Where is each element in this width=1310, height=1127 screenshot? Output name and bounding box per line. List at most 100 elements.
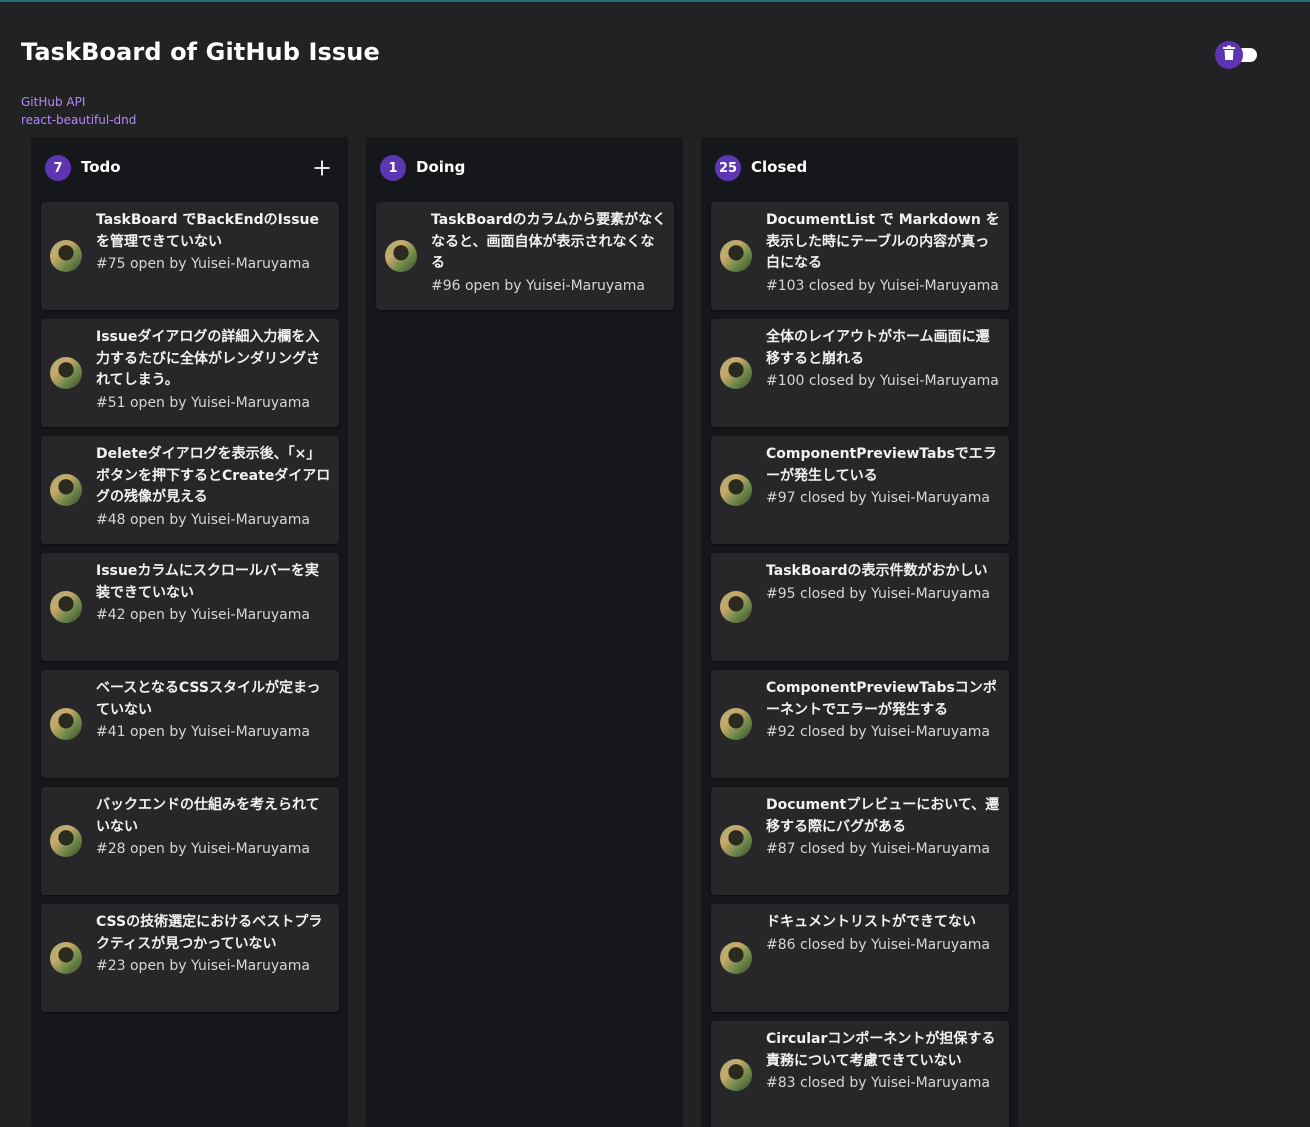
- column-title: Closed: [751, 158, 808, 176]
- issue-title: TaskBoard でBackEndのIssueを管理できていない: [96, 212, 319, 250]
- issue-title: Documentプレビューにおいて、遷移する際にバグがある: [766, 797, 1000, 835]
- issue-card[interactable]: バックエンドの仕組みを考えられていない #28 open by Yuisei-Ma…: [41, 787, 339, 895]
- issue-meta: #83 closed by Yuisei-Maruyama: [766, 1075, 990, 1091]
- issue-meta: #42 open by Yuisei-Maruyama: [96, 607, 310, 623]
- avatar: [385, 240, 417, 272]
- issue-title: CSSの技術選定におけるベストプラクティスが見つかっていない: [96, 914, 323, 952]
- issue-card[interactable]: TaskBoard でBackEndのIssueを管理できていない #75 ope…: [41, 202, 339, 310]
- issue-meta: #41 open by Yuisei-Maruyama: [96, 724, 310, 740]
- issue-card[interactable]: DocumentList で Markdown を表示した時にテーブルの内容が真…: [711, 202, 1009, 310]
- link-github-api[interactable]: GitHub API: [21, 93, 136, 111]
- card-text: Issueダイアログの詳細入力欄を入力するたびに全体がレンダリングされてしまう。…: [96, 327, 332, 414]
- card-text: Circularコンポーネントが担保する責務について考慮できていない #83 cl…: [766, 1029, 1002, 1095]
- issue-meta: #28 open by Yuisei-Maruyama: [96, 841, 310, 857]
- card-text: ドキュメントリストができてない #86 closed by Yuisei-Maru…: [766, 912, 1002, 956]
- avatar: [720, 708, 752, 740]
- issue-title: ComponentPreviewTabsでエラーが発生している: [766, 446, 997, 484]
- issue-title: Issueカラムにスクロールバーを実装できていない: [96, 563, 319, 601]
- issue-title: ベースとなるCSSスタイルが定まっていない: [96, 680, 321, 718]
- column-header: 7 Todo: [31, 137, 348, 199]
- issue-card[interactable]: Issueダイアログの詳細入力欄を入力するたびに全体がレンダリングされてしまう。…: [41, 319, 339, 427]
- issue-card[interactable]: 全体のレイアウトがホーム画面に遷移すると崩れる #100 closed by Yu…: [711, 319, 1009, 427]
- issue-meta: #100 closed by Yuisei-Maruyama: [766, 373, 999, 389]
- card-text: TaskBoardのカラムから要素がなくなると、画面自体が表示されなくなる #96…: [431, 210, 667, 297]
- card-text: ベースとなるCSSスタイルが定まっていない #41 open by Yuisei-…: [96, 678, 332, 744]
- issue-meta: #92 closed by Yuisei-Maruyama: [766, 724, 990, 740]
- column-closed: 25 Closed DocumentList で Markdown を表示した時…: [701, 137, 1018, 1127]
- issue-meta: #48 open by Yuisei-Maruyama: [96, 511, 310, 528]
- issue-title: Deleteダイアログを表示後、「×」ボタンを押下するとCreateダイアログの…: [96, 446, 331, 505]
- count-badge: 1: [380, 155, 406, 181]
- card-text: TaskBoard でBackEndのIssueを管理できていない #75 ope…: [96, 210, 332, 276]
- issue-meta: #86 closed by Yuisei-Maruyama: [766, 936, 990, 953]
- issue-title: Issueダイアログの詳細入力欄を入力するたびに全体がレンダリングされてしまう。: [96, 329, 320, 388]
- avatar: [50, 942, 82, 974]
- avatar: [50, 708, 82, 740]
- avatar: [720, 474, 752, 506]
- issue-card[interactable]: TaskBoardの表示件数がおかしい #95 closed by Yuisei-…: [711, 553, 1009, 661]
- issue-card[interactable]: ドキュメントリストができてない #86 closed by Yuisei-Maru…: [711, 904, 1009, 1012]
- issue-title: Circularコンポーネントが担保する責務について考慮できていない: [766, 1031, 996, 1069]
- avatar: [720, 240, 752, 272]
- issue-meta: #75 open by Yuisei-Maruyama: [96, 256, 310, 272]
- column-header: 25 Closed: [701, 137, 1018, 199]
- issue-meta: #96 open by Yuisei-Maruyama: [431, 277, 645, 294]
- issue-card[interactable]: Documentプレビューにおいて、遷移する際にバグがある #87 closed …: [711, 787, 1009, 895]
- top-accent-line: [0, 0, 1310, 2]
- avatar: [720, 357, 752, 389]
- column-title: Todo: [81, 158, 121, 176]
- card-text: ComponentPreviewTabsでエラーが発生している #97 close…: [766, 444, 1002, 510]
- issue-card[interactable]: TaskBoardのカラムから要素がなくなると、画面自体が表示されなくなる #96…: [376, 202, 674, 310]
- issue-title: TaskBoardの表示件数がおかしい: [766, 563, 988, 579]
- issue-card[interactable]: Circularコンポーネントが担保する責務について考慮できていない #83 cl…: [711, 1021, 1009, 1127]
- card-text: Issueカラムにスクロールバーを実装できていない #42 open by Yui…: [96, 561, 332, 627]
- page-title: TaskBoard of GitHub Issue: [21, 38, 380, 66]
- avatar: [720, 591, 752, 623]
- card-text: TaskBoardの表示件数がおかしい #95 closed by Yuisei-…: [766, 561, 1002, 605]
- issue-meta: #95 closed by Yuisei-Maruyama: [766, 585, 990, 602]
- issue-meta: #97 closed by Yuisei-Maruyama: [766, 490, 990, 506]
- toggle-knob: [1215, 41, 1243, 69]
- card-text: ComponentPreviewTabsコンポーネントでエラーが発生する #92 …: [766, 678, 1002, 744]
- avatar: [50, 240, 82, 272]
- column-title: Doing: [416, 158, 466, 176]
- avatar: [720, 1059, 752, 1091]
- issue-card[interactable]: ComponentPreviewTabsコンポーネントでエラーが発生する #92 …: [711, 670, 1009, 778]
- header-links: GitHub API react-beautiful-dnd: [21, 93, 136, 129]
- issue-title: ドキュメントリストができてない: [766, 914, 976, 930]
- card-text: Deleteダイアログを表示後、「×」ボタンを押下するとCreateダイアログの…: [96, 444, 332, 531]
- add-issue-button[interactable]: [310, 156, 334, 180]
- issue-meta: #23 open by Yuisei-Maruyama: [96, 958, 310, 974]
- issue-card[interactable]: CSSの技術選定におけるベストプラクティスが見つかっていない #23 open b…: [41, 904, 339, 1012]
- column-doing: 1 Doing TaskBoardのカラムから要素がなくなると、画面自体が表示さ…: [366, 137, 683, 1127]
- count-badge: 25: [715, 155, 741, 181]
- issue-card[interactable]: Issueカラムにスクロールバーを実装できていない #42 open by Yui…: [41, 553, 339, 661]
- avatar: [50, 591, 82, 623]
- issue-card[interactable]: ComponentPreviewTabsでエラーが発生している #97 close…: [711, 436, 1009, 544]
- link-react-beautiful-dnd[interactable]: react-beautiful-dnd: [21, 111, 136, 129]
- column-todo: 7 Todo TaskBoard でBackEndのIssueを管理できていない…: [31, 137, 348, 1127]
- card-text: 全体のレイアウトがホーム画面に遷移すると崩れる #100 closed by Yu…: [766, 327, 1002, 393]
- issue-meta: #51 open by Yuisei-Maruyama: [96, 394, 310, 411]
- issue-title: 全体のレイアウトがホーム画面に遷移すると崩れる: [766, 329, 990, 367]
- issue-title: バックエンドの仕組みを考えられていない: [96, 797, 320, 835]
- card-text: Documentプレビューにおいて、遷移する際にバグがある #87 closed …: [766, 795, 1002, 861]
- trash-icon: [1222, 45, 1236, 65]
- issue-title: TaskBoardのカラムから要素がなくなると、画面自体が表示されなくなる: [431, 212, 667, 271]
- avatar: [50, 474, 82, 506]
- column-header: 1 Doing: [366, 137, 683, 199]
- issue-card[interactable]: Deleteダイアログを表示後、「×」ボタンを押下するとCreateダイアログの…: [41, 436, 339, 544]
- issue-title: ComponentPreviewTabsコンポーネントでエラーが発生する: [766, 680, 997, 718]
- card-text: バックエンドの仕組みを考えられていない #28 open by Yuisei-Ma…: [96, 795, 332, 861]
- issue-title: DocumentList で Markdown を表示した時にテーブルの内容が真…: [766, 212, 1000, 271]
- delete-mode-toggle[interactable]: [1215, 41, 1259, 69]
- issue-card[interactable]: ベースとなるCSSスタイルが定まっていない #41 open by Yuisei-…: [41, 670, 339, 778]
- count-badge: 7: [45, 155, 71, 181]
- card-text: DocumentList で Markdown を表示した時にテーブルの内容が真…: [766, 210, 1002, 297]
- avatar: [50, 357, 82, 389]
- avatar: [50, 825, 82, 857]
- plus-icon: [310, 160, 334, 184]
- issue-meta: #87 closed by Yuisei-Maruyama: [766, 841, 990, 857]
- avatar: [720, 942, 752, 974]
- avatar: [720, 825, 752, 857]
